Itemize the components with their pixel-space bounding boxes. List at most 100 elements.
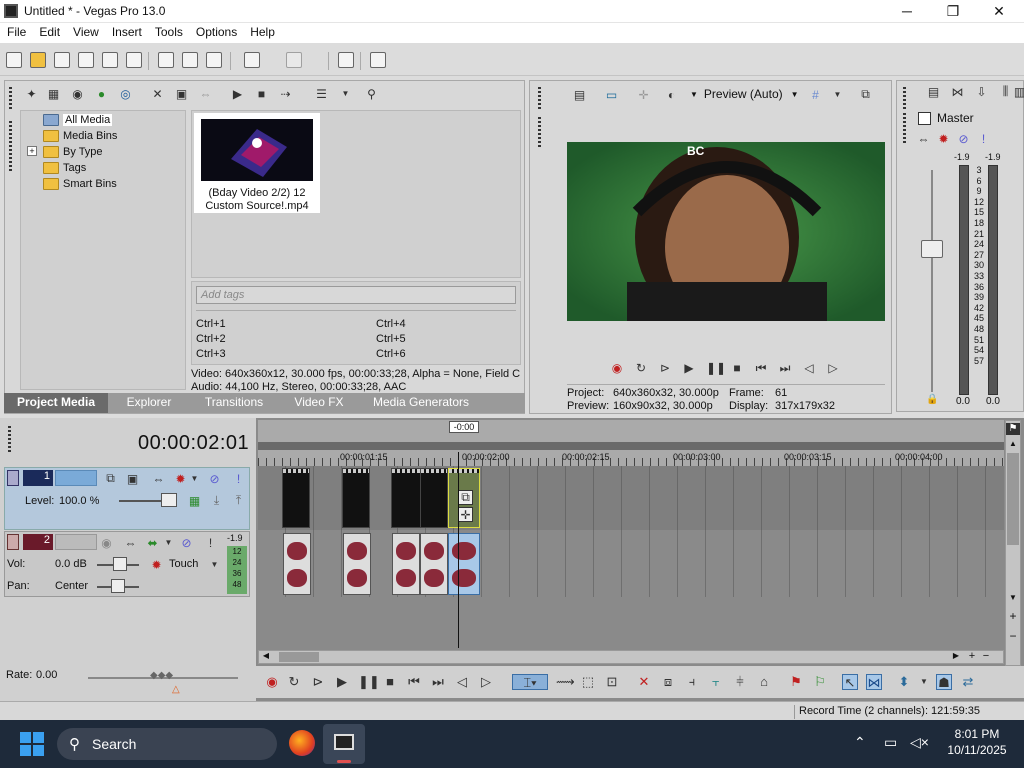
new-icon[interactable] (6, 52, 22, 68)
next-frame-icon[interactable]: ▷ (478, 674, 494, 690)
audio-event[interactable] (343, 533, 371, 595)
tab-transitions[interactable]: Transitions (190, 393, 278, 413)
tag-shortcut[interactable]: Ctrl+2 (196, 333, 226, 345)
redo-icon[interactable] (286, 52, 302, 68)
go-to-start-icon[interactable]: ⏮ (406, 674, 422, 690)
insert-region-icon[interactable]: ⚐ (812, 674, 828, 690)
audio-event[interactable] (283, 533, 311, 595)
taskbar-search[interactable]: ⚲ Search (57, 728, 277, 760)
lock-envelopes-icon[interactable]: ☗ (936, 674, 952, 690)
split-screen-icon[interactable]: ✛ (636, 87, 651, 102)
pause-icon[interactable]: ❚❚ (706, 361, 726, 375)
show-hidden-icons-icon[interactable]: ⌃ (854, 734, 866, 751)
network-icon[interactable]: ▭ (884, 734, 897, 751)
solo-icon[interactable]: ! (976, 131, 991, 146)
properties-icon[interactable] (126, 52, 142, 68)
go-to-start-icon[interactable]: ⏮ (754, 361, 768, 375)
pan-slider-handle[interactable] (111, 579, 125, 593)
mute-icon[interactable]: ⊘ (207, 471, 222, 486)
auto-ripple-icon[interactable]: ⬍ (896, 674, 912, 690)
audio-event-selected[interactable] (448, 533, 480, 595)
mute-icon[interactable]: ⊘ (179, 535, 194, 550)
play-icon[interactable]: ▶ (334, 674, 350, 690)
video-track-header[interactable]: 1 ⧉ ▣ ⇔ ✹ ▼ ⊘ ! Level: 100.0 % ▦ ⤓ ⤒ (4, 467, 250, 530)
panel-grip[interactable] (538, 117, 541, 147)
vol-slider-handle[interactable] (113, 557, 127, 571)
mixer-fx-icon[interactable]: ⋈ (950, 84, 965, 99)
remove-icon[interactable]: ✕ (150, 86, 165, 101)
dropdown-icon[interactable]: ▼ (161, 535, 176, 550)
panel-grip[interactable] (538, 87, 541, 109)
expand-icon[interactable]: + (27, 146, 37, 156)
save-icon[interactable] (54, 52, 70, 68)
zoom-in-horizontal-icon[interactable]: + (965, 651, 979, 663)
import-media-icon[interactable]: ✦ (24, 86, 39, 101)
views-icon[interactable]: ☰ (314, 86, 329, 101)
scroll-thumb[interactable] (279, 652, 319, 662)
event-pan-crop-icon[interactable]: ⧉ (458, 490, 473, 505)
video-event[interactable] (282, 468, 310, 528)
tree-item-smart-bins[interactable]: Smart Bins (43, 176, 117, 191)
tag-shortcut[interactable]: Ctrl+1 (196, 318, 226, 330)
maximize-button[interactable]: ❐ (930, 0, 976, 23)
preview-quality-dropdown[interactable]: ▼ Preview (Auto) ▼ (690, 87, 799, 101)
previous-frame-icon[interactable]: ◁ (802, 361, 816, 375)
loop-region-bar[interactable] (258, 442, 1004, 450)
dropdown-icon[interactable]: ▼ (187, 471, 202, 486)
open-icon[interactable] (30, 52, 46, 68)
split-icon[interactable]: ⫩ (732, 674, 748, 690)
tab-project-media[interactable]: Project Media (4, 393, 108, 413)
vegas-taskbar-button[interactable] (323, 724, 365, 764)
trim-start-icon[interactable]: ⫞ (684, 674, 700, 690)
track-fx-icon[interactable]: ▣ (125, 471, 140, 486)
clock[interactable]: 8:01 PM 10/11/2025 (944, 726, 1010, 758)
lock-event-icon[interactable]: ⌂ (756, 674, 772, 690)
playhead-cursor[interactable] (458, 452, 459, 648)
automation-mode-icon[interactable]: ✹ (149, 557, 164, 572)
minimize-button[interactable]: ─ (884, 0, 930, 23)
go-to-end-icon[interactable]: ⏭ (430, 674, 446, 690)
menu-help[interactable]: Help (243, 23, 281, 39)
record-icon[interactable]: ◉ (264, 674, 280, 690)
expand-keyframes-icon[interactable]: ▦ (187, 493, 202, 508)
overlays-dropdown-icon[interactable]: ▼ (830, 87, 845, 102)
mixer-downmix-icon[interactable]: ⇩ (974, 84, 989, 99)
track-minimize-icon[interactable] (7, 534, 19, 550)
search-icon[interactable]: ⚲ (364, 86, 379, 101)
panel-grip[interactable] (9, 121, 12, 171)
normal-edit-tool-icon[interactable]: ↖ (842, 674, 858, 690)
selection-tool-icon[interactable]: ⬚ (580, 674, 596, 690)
master-fx-icon[interactable]: ✹ (936, 131, 951, 146)
external-monitor-icon[interactable]: ▭ (604, 87, 619, 102)
enable-snapping-icon[interactable] (338, 52, 354, 68)
zoom-out-vertical-icon[interactable]: − (1006, 629, 1020, 643)
envelope-tool-icon[interactable]: ⟿ (556, 674, 575, 690)
mute-icon[interactable]: ⊘ (956, 131, 971, 146)
track-settings-icon[interactable]: ✹ (173, 471, 188, 486)
tab-video-fx[interactable]: Video FX (280, 393, 358, 413)
tree-item-tags[interactable]: Tags (43, 160, 86, 175)
level-slider-handle[interactable] (161, 493, 177, 507)
render-as-icon[interactable] (102, 52, 118, 68)
add-tags-input[interactable]: Add tags (196, 286, 516, 304)
panel-grip[interactable] (903, 87, 906, 109)
copy-snapshot-icon[interactable]: ⧉ (858, 87, 873, 102)
invert-phase-icon[interactable]: ⇔ (123, 535, 138, 550)
stop-preview-icon[interactable]: ■ (254, 86, 269, 101)
track-motion-icon[interactable]: ⧉ (103, 471, 118, 486)
automation-settings-icon[interactable]: ⇔ (916, 131, 931, 146)
undo-icon[interactable] (244, 52, 260, 68)
record-icon[interactable]: ◉ (610, 361, 624, 375)
media-fx-icon[interactable]: ▣ (174, 86, 189, 101)
video-event[interactable] (391, 468, 421, 528)
master-fader-handle[interactable] (921, 240, 943, 258)
windows-start-icon[interactable] (20, 732, 44, 756)
trim-end-icon[interactable]: ⫟ (708, 674, 724, 690)
video-event[interactable] (420, 468, 448, 528)
edit-tool-icon[interactable]: ⌶▾ (512, 674, 548, 690)
preview-quality-icon[interactable]: ◐ (664, 87, 679, 102)
get-media-icon[interactable]: ● (94, 86, 109, 101)
event-fx-icon[interactable]: ✛ (458, 507, 473, 522)
media-properties-icon[interactable]: ⇔ (198, 86, 213, 101)
start-preview-icon[interactable]: ⇢ (278, 86, 293, 101)
